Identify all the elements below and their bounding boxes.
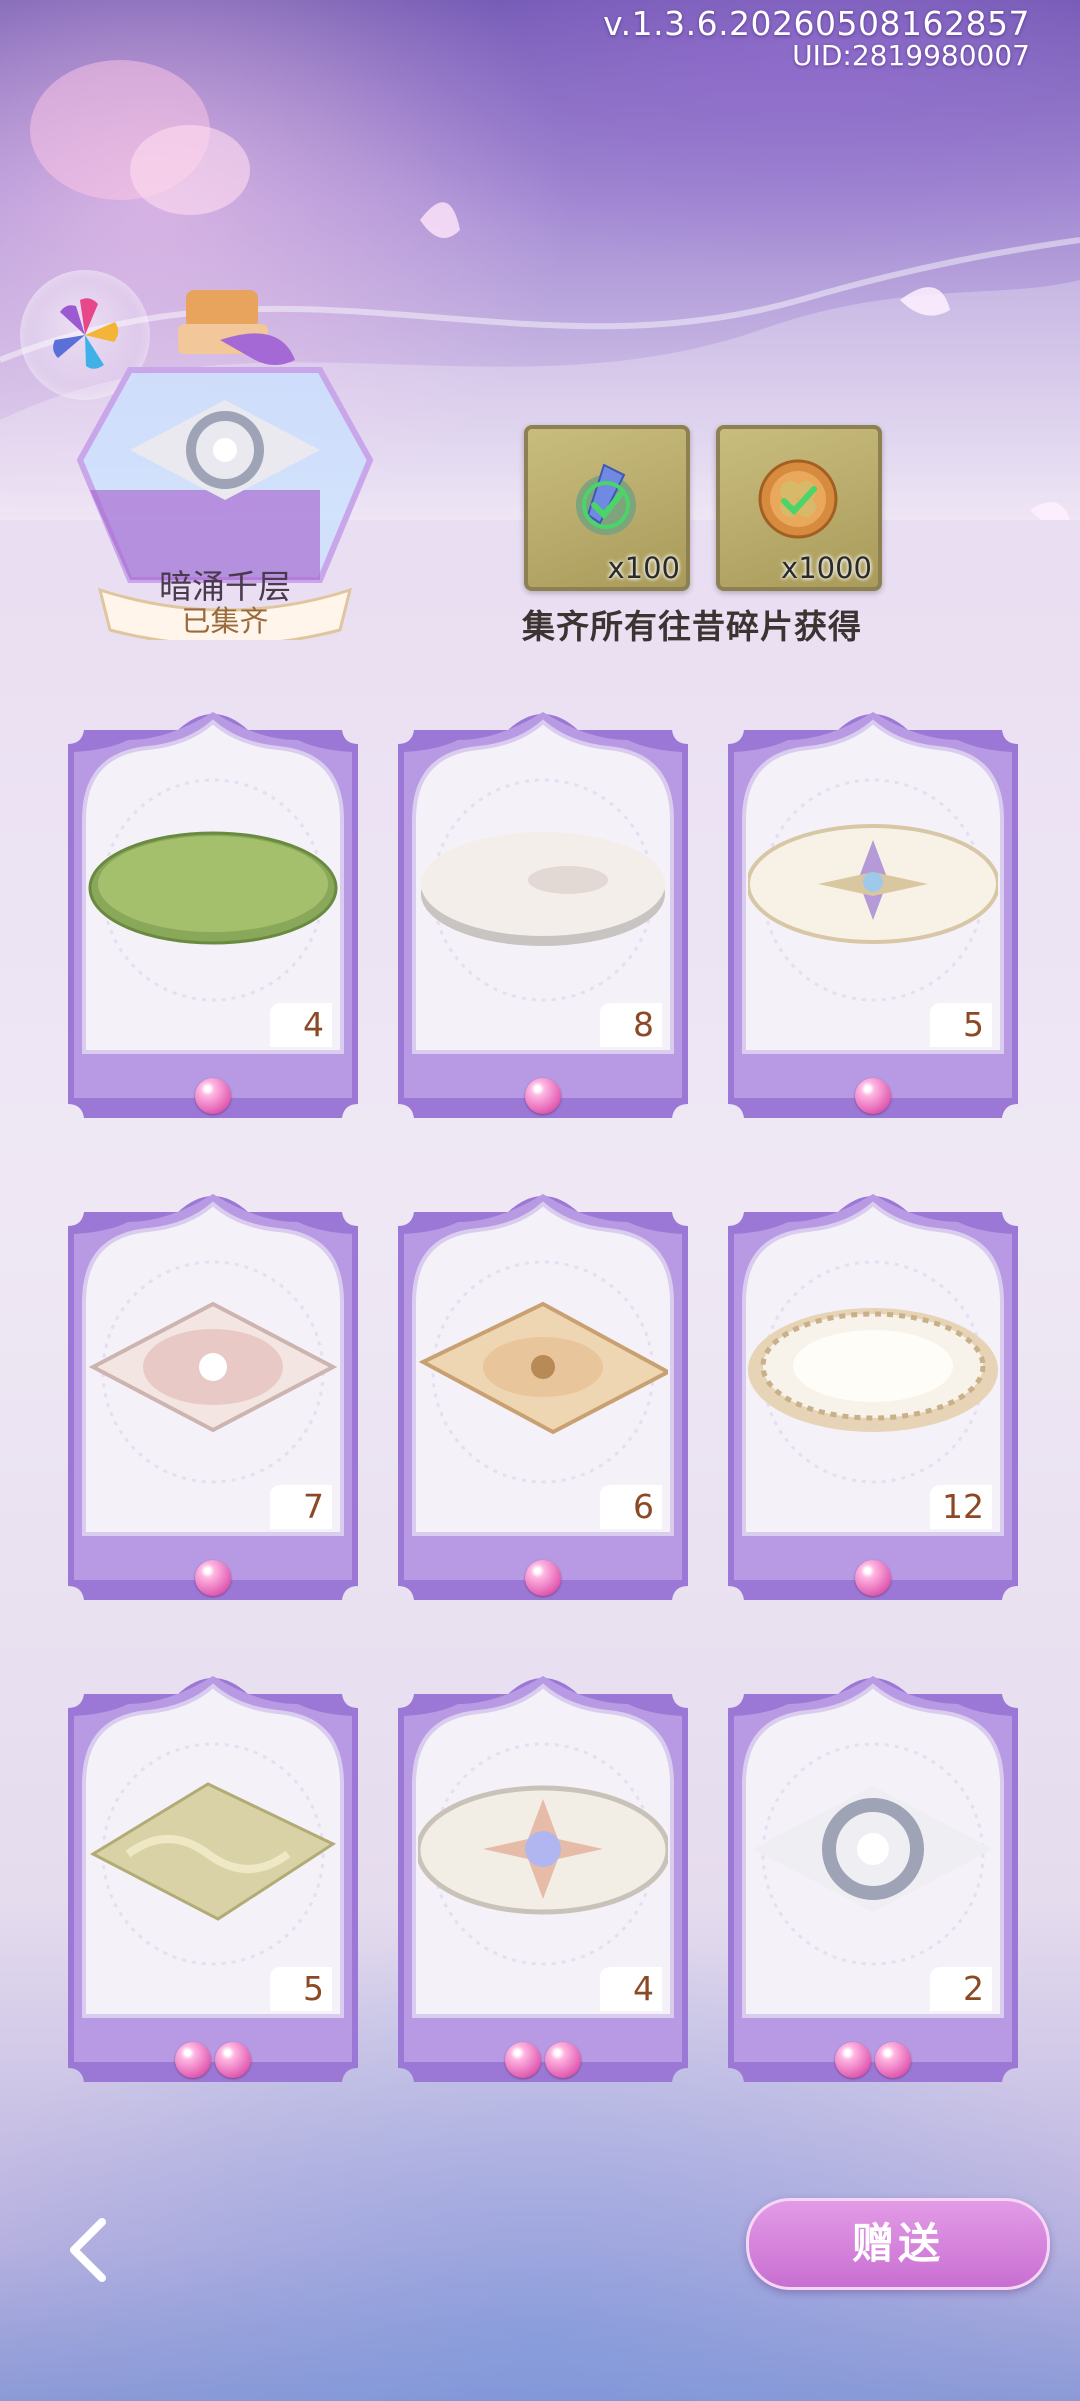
fragment-count: 8 (600, 1003, 662, 1047)
pearl-icon (195, 1560, 231, 1596)
pearl-cost (398, 1078, 688, 1118)
pearl-icon (505, 2042, 541, 2078)
pearl-cost (398, 1560, 688, 1600)
reward-count: x1000 (781, 551, 872, 585)
pearl-cost (398, 2042, 688, 2082)
fragment-count: 4 (600, 1967, 662, 2011)
gift-button[interactable]: 赠送 (746, 2198, 1050, 2290)
back-arrow-icon[interactable] (40, 2200, 140, 2300)
collection-status: 已集齐 (181, 604, 269, 638)
fragment-count: 7 (270, 1485, 332, 1529)
pearl-icon (875, 2042, 911, 2078)
pearl-icon (855, 1560, 891, 1596)
pearl-icon (195, 1078, 231, 1114)
pearl-cost (68, 1078, 358, 1118)
pearl-cost (68, 2042, 358, 2082)
fragment-count: 6 (600, 1485, 662, 1529)
fragment-count: 2 (930, 1967, 992, 2011)
clover-coin-icon (758, 459, 838, 539)
fragment-card[interactable]: 4 (68, 700, 358, 1148)
reward-count: x100 (607, 551, 680, 585)
compass-round-rug-icon (748, 824, 998, 944)
fragment-card[interactable]: 5 (728, 700, 1018, 1148)
floral-oval-rug-icon (748, 1308, 998, 1432)
crystal-feather-icon (576, 463, 636, 535)
fragment-count: 5 (930, 1003, 992, 1047)
reward-caption: 集齐所有往昔碎片获得 (522, 607, 862, 646)
pearl-icon (215, 2042, 251, 2078)
reward-item-coin[interactable]: x1000 (716, 425, 882, 591)
fragment-count: 12 (930, 1485, 992, 1529)
pearl-icon (175, 2042, 211, 2078)
pearl-cost (728, 1560, 1018, 1600)
gold-ornate-rug-icon (418, 1301, 668, 1435)
white-round-platform-icon (421, 832, 665, 946)
pearl-icon (545, 2042, 581, 2078)
fragment-card[interactable]: 7 (68, 1182, 358, 1630)
star-round-rug-icon (418, 1785, 668, 1915)
fragment-card[interactable]: 4 (398, 1664, 688, 2112)
version-text: v.1.3.6.20260508162857 (603, 4, 1030, 43)
pearl-icon (855, 1078, 891, 1114)
pink-diamond-rug-icon (88, 1301, 338, 1433)
pearl-icon (525, 1560, 561, 1596)
fragment-count: 5 (270, 1967, 332, 2011)
fragment-card[interactable]: 12 (728, 1182, 1018, 1630)
version-info: v.1.3.6.20260508162857 UID:2819980007 (603, 4, 1030, 72)
fragment-card[interactable]: 2 (728, 1664, 1018, 2112)
pearl-icon (835, 2042, 871, 2078)
green-oval-rug-icon (88, 831, 338, 945)
pearl-cost (728, 2042, 1018, 2082)
gold-marble-rug-icon (89, 1782, 337, 1921)
fragment-card[interactable]: 5 (68, 1664, 358, 2112)
pearl-icon (525, 1078, 561, 1114)
uid-text: UID:2819980007 (792, 39, 1030, 72)
stone-diamond-rug-icon (753, 1786, 993, 1912)
pearl-cost (68, 1560, 358, 1600)
fragment-card[interactable]: 6 (398, 1182, 688, 1630)
reward-item-crystal[interactable]: x100 (524, 425, 690, 591)
fragment-card[interactable]: 8 (398, 700, 688, 1148)
pearl-cost (728, 1078, 1018, 1118)
fragment-count: 4 (270, 1003, 332, 1047)
